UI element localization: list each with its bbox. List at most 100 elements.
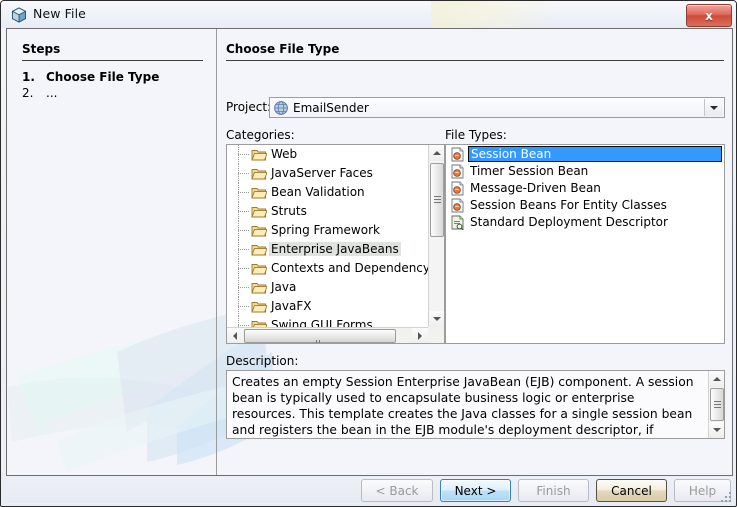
- dialog-client-area: Steps 1. Choose File Type 2. ... Choose …: [6, 28, 733, 476]
- file-type-list-item[interactable]: Standard Deployment Descriptor: [446, 214, 724, 231]
- tree-branch-icon: [238, 325, 249, 326]
- file-type-label: Session Bean: [471, 147, 552, 161]
- category-list-item[interactable]: Contexts and Dependency Inje: [227, 259, 429, 278]
- project-combobox[interactable]: EmailSender: [269, 97, 725, 118]
- close-button[interactable]: x: [686, 4, 732, 27]
- categories-listbox[interactable]: Web JavaServer Faces Bean Validation Struts…: [226, 144, 445, 344]
- title-bar: New File x: [1, 1, 736, 28]
- scroll-right-icon[interactable]: [412, 328, 428, 343]
- description-vertical-scrollbar[interactable]: [708, 371, 724, 438]
- scroll-down-icon[interactable]: [429, 311, 444, 327]
- cancel-button[interactable]: Cancel: [596, 479, 667, 502]
- content-pane: Choose File Type Project: EmailSender Ca…: [217, 29, 732, 475]
- cube-icon: [11, 7, 27, 23]
- tree-branch-icon: [238, 287, 249, 288]
- categories-horizontal-scrollbar[interactable]: [227, 327, 428, 343]
- tree-branch-icon: [238, 306, 249, 307]
- folder-icon: [251, 242, 268, 257]
- steps-heading: Steps: [22, 42, 61, 56]
- category-label: Enterprise JavaBeans: [269, 242, 401, 256]
- bean-icon: [450, 198, 465, 213]
- step-item-2: 2. ...: [22, 86, 202, 102]
- window-title: New File: [33, 6, 86, 21]
- file-type-label: Message-Driven Bean: [470, 181, 601, 195]
- globe-icon: [273, 100, 289, 116]
- category-label: Spring Framework: [271, 223, 380, 237]
- category-label: Java: [271, 280, 297, 294]
- description-box: Creates an empty Session Enterprise Java…: [226, 370, 725, 439]
- step-label: ...: [46, 86, 58, 100]
- category-list-item[interactable]: Enterprise JavaBeans: [227, 240, 429, 259]
- file-types-listbox[interactable]: Session Bean Timer Session Bean Message-Dr…: [445, 144, 725, 344]
- step-item-1: 1. Choose File Type: [22, 70, 202, 86]
- file-type-list-item[interactable]: Timer Session Bean: [446, 163, 724, 180]
- tree-branch-icon: [238, 211, 249, 212]
- file-type-list-item[interactable]: Session Bean: [446, 146, 724, 163]
- step-number: 2.: [22, 86, 34, 100]
- category-list-item[interactable]: Struts: [227, 202, 429, 221]
- category-label: JavaFX: [271, 299, 312, 313]
- category-list-item[interactable]: Java: [227, 278, 429, 297]
- folder-icon: [251, 261, 268, 276]
- scrollbar-corner: [428, 327, 444, 343]
- dialog-button-bar: < Back Next > Finish Cancel Help: [6, 477, 733, 503]
- description-text: Creates an empty Session Enterprise Java…: [232, 375, 694, 437]
- step-label: Choose File Type: [46, 70, 160, 84]
- scroll-up-icon[interactable]: [709, 371, 724, 387]
- folder-icon: [251, 166, 268, 181]
- steps-divider: [22, 60, 203, 61]
- categories-hscroll-thumb[interactable]: [244, 329, 396, 343]
- folder-icon: [251, 185, 268, 200]
- chevron-down-icon: [710, 106, 718, 110]
- file-type-label: Standard Deployment Descriptor: [470, 215, 668, 229]
- bean-icon: [450, 164, 465, 179]
- file-type-list-item[interactable]: Session Beans For Entity Classes: [446, 197, 724, 214]
- file-type-label: Timer Session Bean: [470, 164, 589, 178]
- tree-branch-icon: [238, 173, 249, 174]
- category-list-item[interactable]: JavaFX: [227, 297, 429, 316]
- categories-label: Categories:: [226, 128, 295, 142]
- file-types-list-inner: Session Bean Timer Session Bean Message-Dr…: [446, 146, 724, 342]
- file-type-label: Session Beans For Entity Classes: [470, 198, 667, 212]
- page-title-divider: [226, 60, 724, 61]
- tree-branch-icon: [238, 192, 249, 193]
- scroll-down-icon[interactable]: [709, 422, 724, 438]
- category-list-item[interactable]: JavaServer Faces: [227, 164, 429, 183]
- close-icon: x: [705, 8, 713, 23]
- category-list-item[interactable]: Spring Framework: [227, 221, 429, 240]
- steps-pane: Steps 1. Choose File Type 2. ...: [7, 29, 216, 475]
- scroll-up-icon[interactable]: [429, 145, 444, 161]
- grip-icon: [434, 196, 441, 204]
- description-vscroll-thumb[interactable]: [710, 388, 724, 421]
- project-value: EmailSender: [293, 101, 369, 115]
- folder-icon: [251, 223, 268, 238]
- window-frame: New File x Steps 1. Choose File Type 2. …: [0, 0, 737, 507]
- tree-branch-icon: [238, 268, 249, 269]
- bean-icon: [450, 181, 465, 196]
- categories-vertical-scrollbar[interactable]: [428, 145, 444, 327]
- scroll-left-icon[interactable]: [227, 328, 243, 343]
- categories-vscroll-thumb[interactable]: [430, 163, 444, 237]
- file-types-label: File Types:: [445, 128, 507, 142]
- back-button[interactable]: < Back: [361, 479, 433, 502]
- folder-icon: [251, 280, 268, 295]
- finish-button[interactable]: Finish: [518, 479, 589, 502]
- file-type-list-item[interactable]: Message-Driven Bean: [446, 180, 724, 197]
- folder-icon: [251, 204, 268, 219]
- next-button[interactable]: Next >: [440, 479, 511, 502]
- category-list-item[interactable]: Web: [227, 145, 429, 164]
- tree-branch-icon: [238, 249, 249, 250]
- category-list-item[interactable]: Bean Validation: [227, 183, 429, 202]
- resize-grip-icon[interactable]: [720, 491, 733, 504]
- folder-icon: [251, 147, 268, 162]
- project-dropdown-button[interactable]: [704, 99, 723, 116]
- grip-icon: [714, 400, 721, 409]
- bean-icon: [450, 147, 465, 162]
- descriptor-icon: [450, 215, 465, 231]
- project-label: Project:: [226, 100, 272, 114]
- desktop-watermark: [431, 1, 561, 28]
- categories-list-inner: Web JavaServer Faces Bean Validation Struts…: [227, 145, 429, 328]
- grip-icon: [316, 333, 324, 343]
- category-label: Contexts and Dependency Inje: [271, 261, 429, 275]
- new-file-dialog: New File x Steps 1. Choose File Type 2. …: [0, 0, 737, 507]
